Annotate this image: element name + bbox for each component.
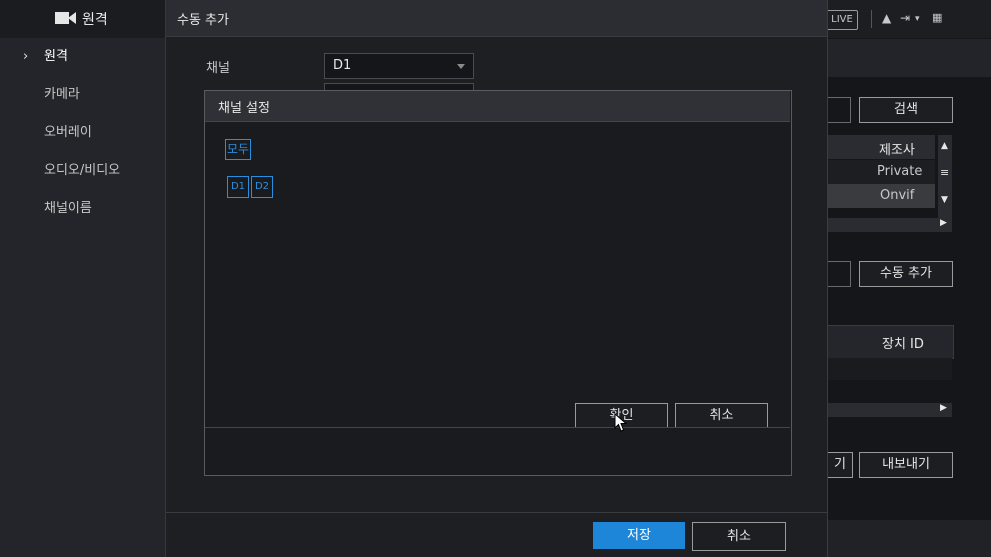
background-input[interactable]	[827, 261, 851, 287]
scroll-right-icon[interactable]: ▶	[940, 403, 947, 413]
sidebar-item-label: 카메라	[44, 87, 80, 102]
cancel-button[interactable]: 취소	[692, 522, 786, 551]
qr-code-icon[interactable]: ▦	[932, 11, 942, 24]
channel-select[interactable]: D1	[324, 53, 474, 79]
background-footer	[827, 520, 991, 557]
logout-icon[interactable]: ⇥	[900, 11, 910, 25]
sidebar-item-label: 오디오/비디오	[44, 163, 121, 178]
scroll-thumb-icon[interactable]: ≡	[940, 166, 949, 179]
scroll-right-icon[interactable]: ▶	[940, 218, 947, 228]
toolbar-divider	[871, 10, 872, 28]
sidebar-item-label: 원격	[44, 49, 68, 64]
sidebar-item-label: 채널이름	[44, 201, 92, 216]
manual-add-dialog-title: 수동 추가	[177, 13, 229, 28]
chevron-down-icon[interactable]: ▾	[915, 14, 920, 24]
channel-option-d2[interactable]: D2	[251, 176, 273, 198]
scroll-down-icon[interactable]: ▼	[941, 195, 948, 205]
user-icon[interactable]: ▲	[882, 11, 891, 25]
sidebar-item-camera[interactable]: 카메라	[0, 76, 165, 114]
sidebar-item-overlay[interactable]: 오버레이	[0, 114, 165, 152]
column-device-id[interactable]: 장치 ID	[882, 333, 924, 352]
camera-icon-lens	[68, 12, 76, 24]
channel-settings-dialog-header	[205, 91, 790, 122]
table-cell-manufacturer: Onvif	[880, 188, 915, 203]
sidebar-item-channel-name[interactable]: 채널이름	[0, 190, 165, 228]
sidebar-item-remote[interactable]: › 원격	[0, 38, 165, 76]
sidebar-header: 원격	[0, 0, 165, 38]
column-manufacturer[interactable]: 제조사	[879, 139, 915, 158]
camera-icon	[55, 12, 69, 24]
manual-add-dialog-header	[166, 0, 827, 37]
background-toolbar	[827, 39, 991, 77]
sidebar-item-label: 오버레이	[44, 125, 92, 140]
dialog-footer-divider	[166, 512, 827, 513]
horizontal-scrollbar[interactable]	[827, 403, 952, 417]
import-button[interactable]: 기	[827, 452, 853, 478]
table-cell-manufacturer: Private	[877, 164, 923, 179]
save-button[interactable]: 저장	[593, 522, 685, 549]
cancel-button[interactable]: 취소	[675, 403, 768, 428]
sidebar-header-title: 원격	[82, 12, 108, 28]
table-row[interactable]	[827, 358, 952, 380]
manual-add-button[interactable]: 수동 추가	[859, 261, 953, 287]
channel-option-d1[interactable]: D1	[227, 176, 249, 198]
channel-label: 채널	[206, 61, 230, 76]
dialog-divider	[205, 427, 790, 428]
background-input[interactable]	[827, 97, 851, 123]
chevron-down-icon	[457, 64, 465, 69]
dialog-field[interactable]	[324, 83, 474, 90]
scroll-up-icon[interactable]: ▲	[941, 141, 948, 151]
horizontal-scrollbar[interactable]	[827, 218, 952, 232]
mouse-cursor-icon	[614, 413, 628, 432]
channel-settings-dialog-title: 채널 설정	[218, 101, 270, 116]
channel-select-value: D1	[333, 58, 352, 73]
select-all-button[interactable]: 모두	[225, 139, 251, 160]
chevron-right-icon: ›	[23, 49, 29, 64]
search-button[interactable]: 검색	[859, 97, 953, 123]
sidebar-item-audio-video[interactable]: 오디오/비디오	[0, 152, 165, 190]
export-button[interactable]: 내보내기	[859, 452, 953, 478]
live-button[interactable]: LIVE	[826, 10, 858, 30]
